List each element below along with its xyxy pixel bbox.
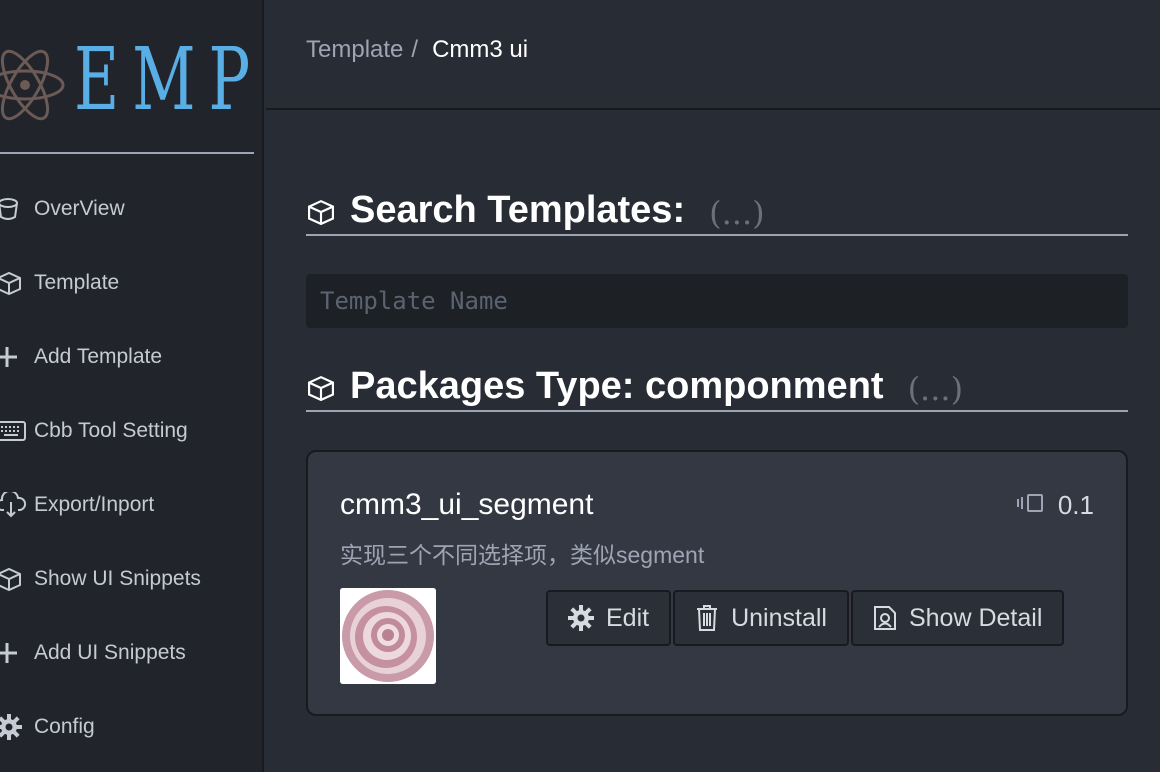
more-toggle[interactable]: (...)	[709, 194, 764, 232]
package-thumbnail	[340, 588, 436, 684]
version-number: 0.1	[1057, 490, 1094, 520]
template-search-input[interactable]	[306, 274, 1128, 328]
plus-icon	[0, 642, 34, 664]
box-icon	[0, 567, 34, 591]
trash-icon	[695, 604, 719, 632]
bucket-icon	[0, 197, 34, 221]
top-header: Template / Cmm3 ui	[266, 0, 1160, 110]
version-tag-icon	[1016, 490, 1046, 521]
search-section-title: Search Templates: (...)	[306, 186, 1128, 236]
section-heading: Packages Type: componment	[350, 364, 884, 407]
box-icon	[0, 271, 34, 295]
gear-icon	[568, 605, 594, 631]
breadcrumb-parent-link[interactable]: Template	[306, 36, 403, 64]
detail-card-icon	[873, 605, 897, 631]
sidebar-item-config[interactable]: Config	[0, 690, 262, 764]
sidebar-item-export-inport[interactable]: Export/Inport	[0, 468, 262, 542]
edit-button-label: Edit	[606, 603, 650, 632]
package-actions: Edit Uninstall Show Detail	[546, 590, 1066, 646]
sidebar-item-show-ui-snippets[interactable]: Show UI Snippets	[0, 542, 262, 616]
app-logo[interactable]: EMP	[0, 0, 254, 154]
sidebar-item-label: Cbb Tool Setting	[34, 419, 188, 442]
edit-button[interactable]: Edit	[546, 590, 672, 646]
package-card: cmm3_ui_segment 0.1 实现三个不同选择项，类似segment …	[306, 450, 1128, 716]
sidebar-item-add-ui-snippets[interactable]: Add UI Snippets	[0, 616, 262, 690]
uninstall-button-label: Uninstall	[731, 603, 827, 632]
atom-logo-icon	[0, 49, 65, 121]
logo-text: EMP	[74, 30, 264, 130]
sidebar-item-label: Add Template	[34, 345, 163, 368]
box-icon	[306, 199, 336, 230]
keyboard-icon	[0, 420, 34, 442]
sidebar-nav: OverView Template Add Template Cbb Tool …	[0, 172, 262, 764]
sidebar-item-label: Template	[34, 271, 120, 294]
show-detail-button[interactable]: Show Detail	[850, 590, 1065, 646]
cloud-download-icon	[0, 492, 34, 518]
show-detail-button-label: Show Detail	[908, 603, 1043, 632]
package-version: 0.1	[1016, 490, 1094, 521]
box-icon	[306, 375, 336, 406]
sidebar-item-template[interactable]: Template	[0, 246, 262, 320]
sidebar-item-label: Export/Inport	[34, 493, 155, 516]
gear-icon	[0, 714, 34, 740]
breadcrumb-separator: /	[411, 36, 419, 63]
sidebar-item-label: Add UI Snippets	[34, 641, 186, 664]
sidebar: EMP OverView Template Add Template Cbb T…	[0, 0, 264, 772]
sidebar-item-label: Show UI Snippets	[34, 567, 201, 590]
sidebar-item-label: Config	[34, 715, 95, 738]
package-description: 实现三个不同选择项，类似segment	[340, 542, 705, 568]
sidebar-item-cbb-tool-setting[interactable]: Cbb Tool Setting	[0, 394, 262, 468]
more-toggle[interactable]: (...)	[908, 370, 963, 408]
section-heading: Search Templates:	[350, 188, 686, 231]
sidebar-item-overview[interactable]: OverView	[0, 172, 262, 246]
breadcrumb: Template / Cmm3 ui	[306, 36, 528, 64]
sidebar-item-add-template[interactable]: Add Template	[0, 320, 262, 394]
sidebar-item-label: OverView	[34, 197, 125, 220]
plus-icon	[0, 346, 34, 368]
package-name: cmm3_ui_segment	[340, 488, 594, 521]
uninstall-button[interactable]: Uninstall	[673, 590, 849, 646]
breadcrumb-current: Cmm3 ui	[432, 36, 529, 63]
packages-section-title: Packages Type: componment (...)	[306, 362, 1128, 412]
